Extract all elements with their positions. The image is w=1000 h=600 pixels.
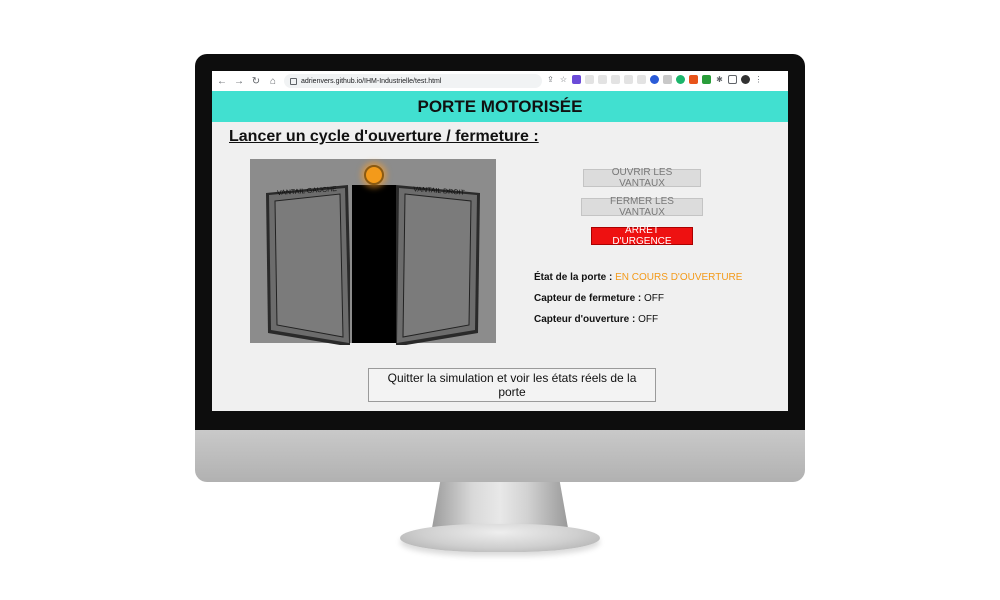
- monitor-chin: [195, 430, 805, 482]
- door-state-line: État de la porte : EN COURS D'OUVERTURE: [534, 272, 742, 283]
- emergency-stop-button[interactable]: ARRÊT D'URGENCE: [591, 225, 693, 247]
- reload-icon[interactable]: ↻: [249, 74, 263, 88]
- page-title: PORTE MOTORISÉE: [417, 96, 583, 116]
- extension-icon[interactable]: [650, 75, 659, 84]
- sidebar-icon[interactable]: [728, 75, 737, 84]
- back-icon[interactable]: ←: [215, 74, 229, 88]
- right-door-leaf: VANTAIL DROIT: [394, 185, 482, 347]
- opening-sensor-line: Capteur d'ouverture : OFF: [534, 314, 658, 325]
- extension-icon[interactable]: [702, 75, 711, 84]
- extension-icon[interactable]: [598, 75, 607, 84]
- extension-icon[interactable]: [689, 75, 698, 84]
- screen: ← → ↻ ⌂ adrienvers.github.io/IHM-Industr…: [212, 71, 788, 411]
- door-state-label: État de la porte :: [534, 272, 613, 283]
- quit-simulation-button[interactable]: Quitter la simulation et voir les états …: [368, 368, 656, 402]
- extension-icon[interactable]: [637, 75, 646, 84]
- puzzle-icon[interactable]: ✱: [715, 75, 724, 84]
- star-icon[interactable]: ☆: [559, 75, 568, 84]
- address-bar[interactable]: adrienvers.github.io/IHM-Industrielle/te…: [284, 74, 542, 88]
- close-leaves-button[interactable]: FERMER LES VANTAUX: [581, 196, 703, 218]
- closing-sensor-value: OFF: [644, 293, 665, 304]
- extension-icon[interactable]: [676, 75, 685, 84]
- extension-icon[interactable]: [663, 75, 672, 84]
- monitor-stand-foot: [400, 524, 600, 552]
- opening-sensor-value: OFF: [638, 314, 659, 325]
- open-leaves-button[interactable]: OUVRIR LES VANTAUX: [583, 167, 701, 189]
- section-title: Lancer un cycle d'ouverture / fermeture …: [229, 128, 539, 145]
- extension-icon[interactable]: [624, 75, 633, 84]
- monitor-stand-neck: [432, 482, 568, 528]
- closing-sensor-label: Capteur de fermeture :: [534, 293, 642, 304]
- home-icon[interactable]: ⌂: [266, 74, 280, 88]
- browser-toolbar: ← → ↻ ⌂ adrienvers.github.io/IHM-Industr…: [212, 71, 788, 92]
- extensions-bar: ⇪ ☆ ✱ ⋮: [542, 75, 763, 84]
- status-lamp-icon: [364, 165, 384, 185]
- page-header: PORTE MOTORISÉE: [212, 91, 788, 122]
- door-state-value: EN COURS D'OUVERTURE: [615, 272, 743, 283]
- opening-sensor-label: Capteur d'ouverture :: [534, 314, 636, 325]
- url-text: adrienvers.github.io/IHM-Industrielle/te…: [301, 77, 442, 85]
- extension-icon[interactable]: [572, 75, 581, 84]
- door-illustration: VANTAIL GAUCHE VANTAIL DROIT: [250, 159, 496, 347]
- extension-icon[interactable]: [611, 75, 620, 84]
- avatar[interactable]: [741, 75, 750, 84]
- lock-icon: [290, 77, 297, 85]
- share-icon[interactable]: ⇪: [546, 75, 555, 84]
- closing-sensor-line: Capteur de fermeture : OFF: [534, 293, 664, 304]
- forward-icon[interactable]: →: [232, 74, 246, 88]
- door-opening: [352, 185, 396, 343]
- left-door-leaf: VANTAIL GAUCHE: [264, 185, 352, 347]
- extension-icon[interactable]: [585, 75, 594, 84]
- menu-icon[interactable]: ⋮: [754, 75, 763, 84]
